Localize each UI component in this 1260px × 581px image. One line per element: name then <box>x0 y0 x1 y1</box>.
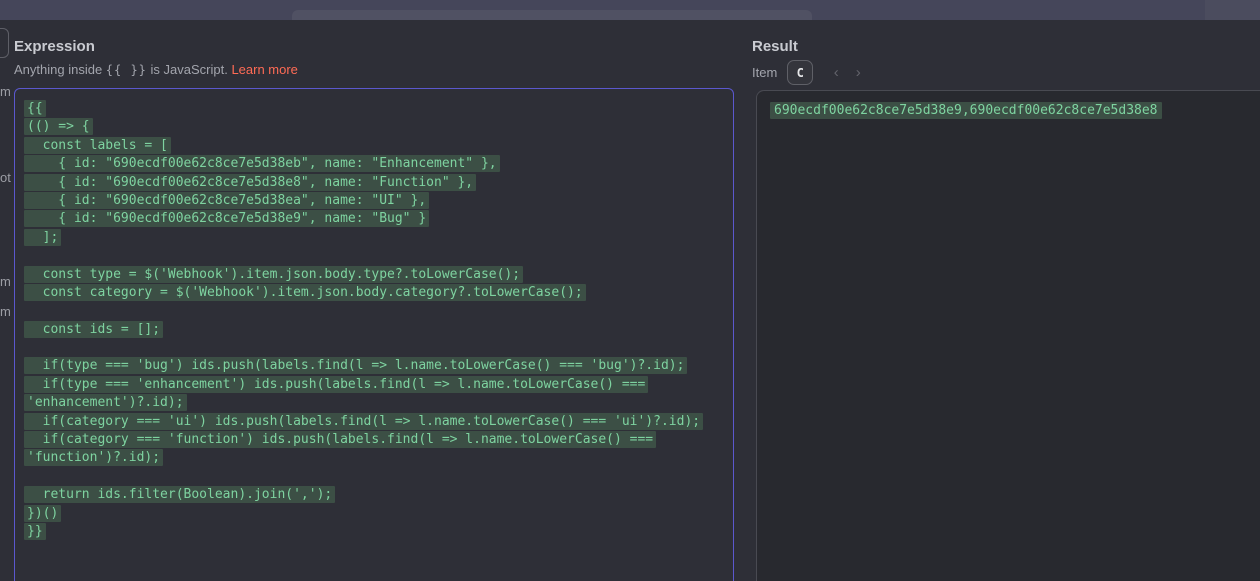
code-line: const type = $('Webhook').item.json.body… <box>27 266 721 284</box>
code-line: {{ <box>27 100 721 118</box>
code-line: return ids.filter(Boolean).join(','); <box>27 486 721 504</box>
top-window-bar <box>0 0 1260 20</box>
clipped-text-fragment: m <box>0 84 11 99</box>
result-panel-title: Result <box>752 38 798 55</box>
item-index-input[interactable]: C <box>787 60 813 85</box>
code-line: { id: "690ecdf00e62c8ce7e5d38ea", name: … <box>27 192 721 210</box>
subtitle-text-prefix: Anything inside <box>14 62 106 77</box>
code-line: const labels = [ <box>27 137 721 155</box>
code-line <box>27 468 721 486</box>
code-line: if(type === 'bug') ids.push(labels.find(… <box>27 357 721 375</box>
code-line: ]; <box>27 229 721 247</box>
clipped-text-fragment: m <box>0 274 11 289</box>
subtitle-text-suffix: is JavaScript. <box>147 62 232 77</box>
item-pager: Item C ‹ › <box>752 60 869 85</box>
code-line: const category = $('Webhook').item.json.… <box>27 284 721 302</box>
code-line: { id: "690ecdf00e62c8ce7e5d38e8", name: … <box>27 174 721 192</box>
subtitle-braces: {{ }} <box>106 63 147 77</box>
code-line <box>27 302 721 320</box>
code-line: }} <box>27 523 721 541</box>
code-line: })() <box>27 505 721 523</box>
previous-item-icon[interactable]: ‹ <box>825 64 847 81</box>
expression-code-editor[interactable]: {{(() => { const labels = [ { id: "690ec… <box>14 88 734 581</box>
clipped-text-fragment: m <box>0 304 11 319</box>
top-bar-right-segment <box>1205 0 1260 20</box>
code-line <box>27 247 721 265</box>
code-line: { id: "690ecdf00e62c8ce7e5d38eb", name: … <box>27 155 721 173</box>
code-line: const ids = []; <box>27 321 721 339</box>
clipped-text-fragment: ot <box>0 170 11 185</box>
expression-subtitle: Anything inside {{ }} is JavaScript. Lea… <box>14 62 298 77</box>
expression-panel-title: Expression <box>14 38 95 55</box>
code-line <box>27 339 721 357</box>
top-bar-tab <box>292 10 812 20</box>
code-line: { id: "690ecdf00e62c8ce7e5d38e9", name: … <box>27 210 721 228</box>
code-line: (() => { <box>27 118 721 136</box>
clipped-box-fragment <box>0 28 9 58</box>
code-line: if(type === 'enhancement') ids.push(labe… <box>27 376 721 394</box>
result-output-area: 690ecdf00e62c8ce7e5d38e9,690ecdf00e62c8c… <box>756 90 1260 581</box>
code-line: 'function')?.id); <box>27 449 721 467</box>
code-line: 'enhancement')?.id); <box>27 394 721 412</box>
result-output-value: 690ecdf00e62c8ce7e5d38e9,690ecdf00e62c8c… <box>770 102 1162 119</box>
learn-more-link[interactable]: Learn more <box>231 62 297 77</box>
expression-code: {{(() => { const labels = [ { id: "690ec… <box>27 100 721 541</box>
next-item-icon[interactable]: › <box>847 64 869 81</box>
code-line: if(category === 'ui') ids.push(labels.fi… <box>27 413 721 431</box>
code-line: if(category === 'function') ids.push(lab… <box>27 431 721 449</box>
item-label: Item <box>752 65 777 80</box>
